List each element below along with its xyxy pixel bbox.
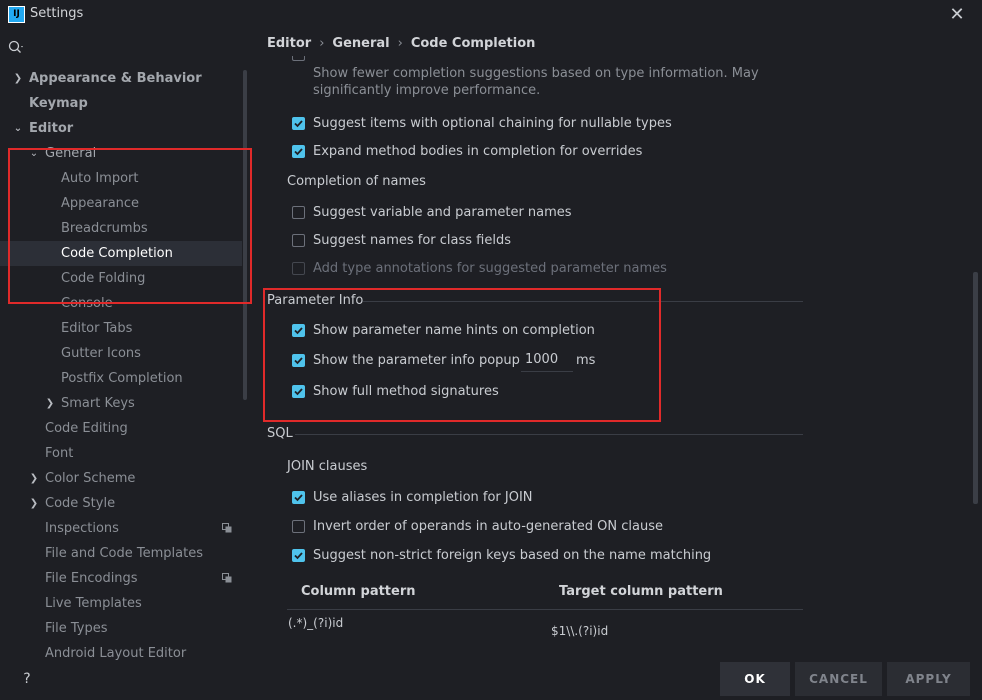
checkbox-label: Suggest names for class fields [313,233,512,248]
checkbox-checked-icon[interactable] [292,117,305,130]
sidebar-item-postfix-completion[interactable]: Postfix Completion [0,366,242,391]
content-scrollbar[interactable] [973,272,978,504]
sidebar-item-live-templates[interactable]: Live Templates [0,591,242,616]
sidebar-item-label: Editor [29,121,74,136]
checkbox-label: Suggest non-strict foreign keys based on… [313,548,712,563]
sidebar-item-label: Android Layout Editor [45,646,187,660]
sidebar-item-color-scheme[interactable]: ❯ Color Scheme [0,466,242,491]
close-icon[interactable]: ✕ [946,4,968,26]
join-clauses-title: JOIN clauses [287,459,368,474]
sidebar-item-label: Color Scheme [45,471,136,486]
ok-button[interactable]: OK [720,662,790,696]
hint-text: Show fewer completion suggestions based … [313,66,759,81]
checkbox-label: Add type annotations for suggested param… [313,261,667,276]
sidebar-item-keymap[interactable]: Keymap [0,91,242,116]
sidebar-item-label: Appearance & Behavior [29,71,202,86]
settings-content: Show fewer completion suggestions based … [255,56,982,660]
sidebar-item-label: Inspections [45,521,119,536]
sidebar-item-inspections[interactable]: Inspections [0,516,242,541]
sidebar-item-label: Font [45,446,74,461]
checkbox-label: Suggest items with optional chaining for… [313,116,672,131]
chevron-right-icon[interactable]: ❯ [45,391,55,416]
sidebar-item-label: Code Style [45,496,116,511]
sidebar-item-label: Live Templates [45,596,142,611]
breadcrumb-separator: › [397,36,403,51]
checkbox-unchecked-icon[interactable] [292,520,305,533]
sidebar-item-label: Smart Keys [61,396,135,411]
sidebar-item-gutter-icons[interactable]: Gutter Icons [0,341,242,366]
sidebar-item-file-code-templates[interactable]: File and Code Templates [0,541,242,566]
partial-checkbox[interactable] [292,56,305,61]
checkbox-checked-icon[interactable] [292,145,305,158]
breadcrumb-item: Code Completion [410,36,536,51]
checkbox-label: Invert order of operands in auto-generat… [313,519,663,534]
breadcrumb-separator: › [319,36,325,51]
project-settings-icon [222,523,232,533]
app-logo: IJ [8,6,25,23]
sidebar-item-label: Code Editing [45,421,128,436]
highlight-box-parameter-info [263,288,661,422]
breadcrumb: Editor › General › Code Completion [267,36,535,51]
table-cell-column-pattern[interactable]: (.*)_(?i)id [288,616,343,630]
chevron-right-icon[interactable]: ❯ [29,466,39,491]
sidebar-item-smart-keys[interactable]: ❯ Smart Keys [0,391,242,416]
sidebar-item-code-style[interactable]: ❯ Code Style [0,491,242,516]
project-settings-icon [222,573,232,583]
checkbox-unchecked-icon[interactable] [292,234,305,247]
chevron-down-icon[interactable]: ⌄ [13,116,23,141]
table-cell-target-pattern[interactable]: $1\\.(?i)id [551,624,608,638]
table-header-column-pattern[interactable]: Column pattern [301,584,416,599]
settings-sidebar: ❯ Appearance & Behavior Keymap ⌄ Editor … [0,30,254,660]
completion-of-names-title: Completion of names [287,174,426,189]
hint-text: significantly improve performance. [313,83,541,98]
breadcrumb-item[interactable]: General [332,36,389,51]
section-divider [295,434,803,435]
apply-button[interactable]: APPLY [887,662,970,696]
checkbox-unchecked-icon[interactable] [292,206,305,219]
sidebar-item-label: Keymap [29,96,88,111]
sql-title: SQL [267,426,293,441]
sidebar-item-editor-tabs[interactable]: Editor Tabs [0,316,242,341]
sidebar-item-file-encodings[interactable]: File Encodings [0,566,242,591]
dialog-footer: ? OK CANCEL APPLY [0,660,982,700]
sidebar-item-label: Postfix Completion [61,371,183,386]
sidebar-item-label: File Types [45,621,108,636]
checkbox-label: Suggest variable and parameter names [313,205,572,220]
sidebar-item-android-layout-editor[interactable]: Android Layout Editor [0,641,242,660]
window-title: Settings [30,6,84,21]
cancel-button[interactable]: CANCEL [795,662,882,696]
search-icon[interactable] [8,40,24,54]
chevron-right-icon[interactable]: ❯ [13,66,23,91]
breadcrumb-item[interactable]: Editor [267,36,311,51]
sidebar-item-label: Editor Tabs [61,321,133,336]
checkbox-label: Use aliases in completion for JOIN [313,490,533,505]
sidebar-item-editor[interactable]: ⌄ Editor [0,116,242,141]
title-bar: IJ Settings ✕ [0,0,982,30]
checkbox-checked-icon[interactable] [292,549,305,562]
help-button[interactable]: ? [18,670,36,688]
sidebar-item-label: Gutter Icons [61,346,141,361]
sidebar-item-label: File and Code Templates [45,546,203,561]
sidebar-item-label: File Encodings [45,571,138,586]
chevron-right-icon[interactable]: ❯ [29,491,39,516]
table-header-divider [287,609,803,610]
sidebar-item-appearance-behavior[interactable]: ❯ Appearance & Behavior [0,66,242,91]
sidebar-item-font[interactable]: Font [0,441,242,466]
checkbox-label: Expand method bodies in completion for o… [313,144,643,159]
sidebar-item-file-types[interactable]: File Types [0,616,242,641]
checkbox-checked-icon[interactable] [292,491,305,504]
sidebar-item-code-editing[interactable]: Code Editing [0,416,242,441]
checkbox-disabled-icon [292,262,305,275]
highlight-box-sidebar [8,148,252,304]
table-header-target-pattern[interactable]: Target column pattern [559,584,723,599]
